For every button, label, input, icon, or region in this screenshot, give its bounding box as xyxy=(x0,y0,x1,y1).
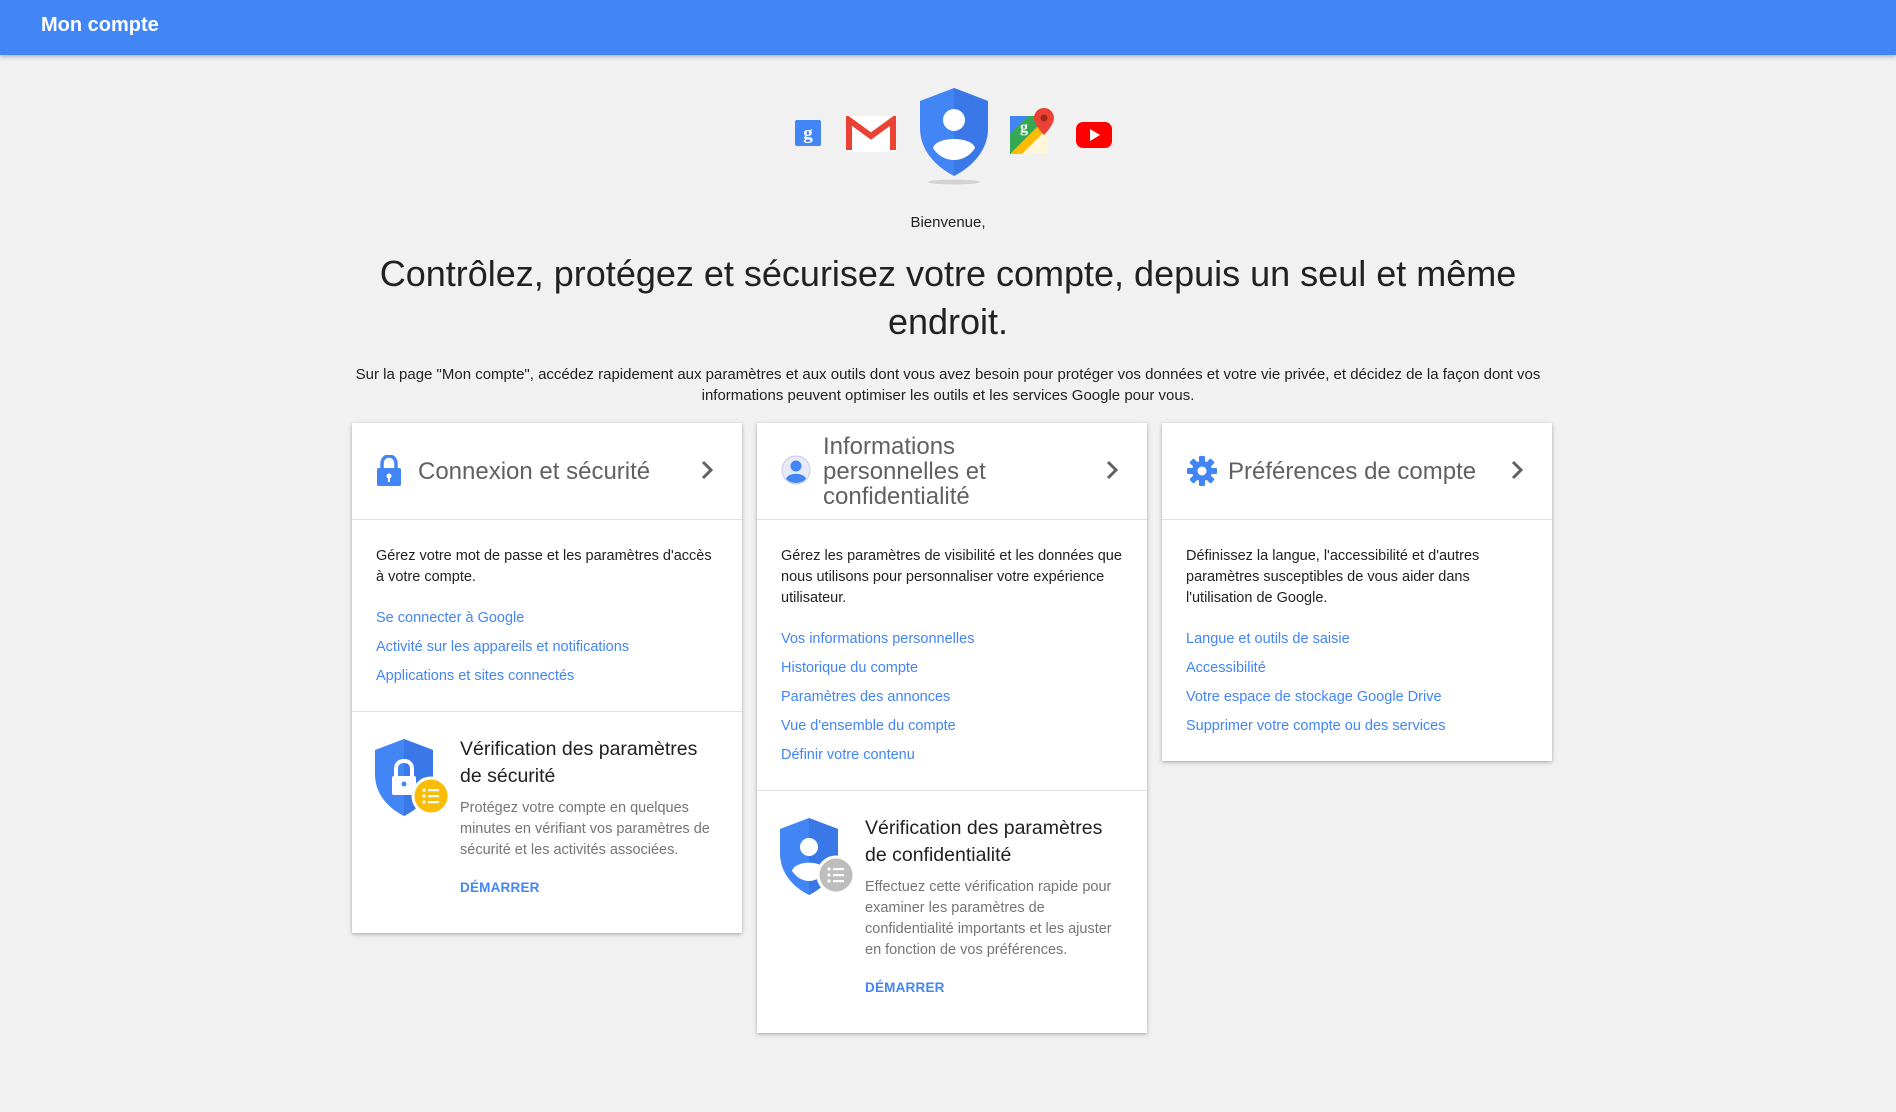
maps-icon: g xyxy=(1010,108,1054,154)
person-icon xyxy=(781,455,811,485)
card-account-preferences: Préférences de compte Définissez la lang… xyxy=(1162,423,1552,761)
checkup-title: Vérification des paramètres de sécurité xyxy=(460,738,698,787)
account-shield-icon xyxy=(920,88,988,185)
card-sign-in-security: Connexion et sécurité Gérez votre mot de… xyxy=(352,423,742,933)
privacy-checkup-icon xyxy=(780,818,856,895)
svg-text:g: g xyxy=(803,123,813,144)
link-device-activity[interactable]: Activité sur les appareils et notificati… xyxy=(376,633,718,662)
card-header-personal-info-privacy[interactable]: Informations personnelles et confidentia… xyxy=(757,423,1147,520)
link-define-content[interactable]: Définir votre contenu xyxy=(781,741,1123,770)
card-header-account-preferences[interactable]: Préférences de compte xyxy=(1162,423,1552,520)
privacy-checkup: Vérification des paramètres de confident… xyxy=(757,791,1147,1033)
app-title[interactable]: Mon compte xyxy=(41,14,159,37)
card-title: Informations personnelles et confidentia… xyxy=(823,432,986,510)
top-app-bar: Mon compte xyxy=(0,0,1896,55)
chevron-right-icon xyxy=(1511,460,1524,480)
link-delete-account[interactable]: Supprimer votre compte ou des services xyxy=(1186,712,1528,741)
card-description: Définissez la langue, l'accessibilité et… xyxy=(1186,548,1480,606)
chevron-right-icon xyxy=(701,460,714,480)
link-drive-storage[interactable]: Votre espace de stockage Google Drive xyxy=(1186,683,1528,712)
link-accessibility[interactable]: Accessibilité xyxy=(1186,654,1528,683)
youtube-icon xyxy=(1076,122,1112,148)
card-title: Préférences de compte xyxy=(1228,457,1477,485)
card-body: Définissez la langue, l'accessibilité et… xyxy=(1162,520,1552,761)
gmail-icon xyxy=(846,116,896,152)
card-body: Gérez les paramètres de visibilité et le… xyxy=(757,520,1147,791)
link-personal-info[interactable]: Vos informations personnelles xyxy=(781,625,1123,654)
start-privacy-checkup-button[interactable]: DÉMARRER xyxy=(865,980,945,995)
card-personal-info-privacy: Informations personnelles et confidentia… xyxy=(757,423,1147,1033)
security-checkup-icon xyxy=(375,739,451,816)
google-plus-icon: g xyxy=(795,120,821,146)
hero-product-icons: g g xyxy=(0,86,1896,186)
link-sign-in-google[interactable]: Se connecter à Google xyxy=(376,604,718,633)
welcome-text: Bienvenue, xyxy=(910,214,986,231)
gear-icon xyxy=(1187,456,1217,486)
chevron-right-icon xyxy=(1106,460,1119,480)
card-body: Gérez votre mot de passe et les paramètr… xyxy=(352,520,742,712)
page-headline: Contrôlez, protégez et sécurisez votre c… xyxy=(379,253,1517,342)
link-account-overview[interactable]: Vue d'ensemble du compte xyxy=(781,712,1123,741)
checkup-description: Protégez votre compte en quelques minute… xyxy=(460,800,710,858)
intro-paragraph: Sur la page "Mon compte", accédez rapide… xyxy=(355,366,1541,404)
card-description: Gérez votre mot de passe et les paramètr… xyxy=(376,548,712,585)
checkup-title: Vérification des paramètres de confident… xyxy=(865,817,1103,866)
link-account-history[interactable]: Historique du compte xyxy=(781,654,1123,683)
svg-text:g: g xyxy=(1020,119,1028,136)
start-security-checkup-button[interactable]: DÉMARRER xyxy=(460,880,540,895)
lock-icon xyxy=(377,455,401,486)
card-title: Connexion et sécurité xyxy=(418,457,651,485)
link-connected-apps[interactable]: Applications et sites connectés xyxy=(376,662,718,691)
link-ads-settings[interactable]: Paramètres des annonces xyxy=(781,683,1123,712)
card-header-sign-in-security[interactable]: Connexion et sécurité xyxy=(352,423,742,520)
security-checkup: Vérification des paramètres de sécurité … xyxy=(352,712,742,933)
link-language-input-tools[interactable]: Langue et outils de saisie xyxy=(1186,625,1528,654)
checkup-description: Effectuez cette vérification rapide pour… xyxy=(865,879,1112,958)
card-description: Gérez les paramètres de visibilité et le… xyxy=(781,548,1122,606)
